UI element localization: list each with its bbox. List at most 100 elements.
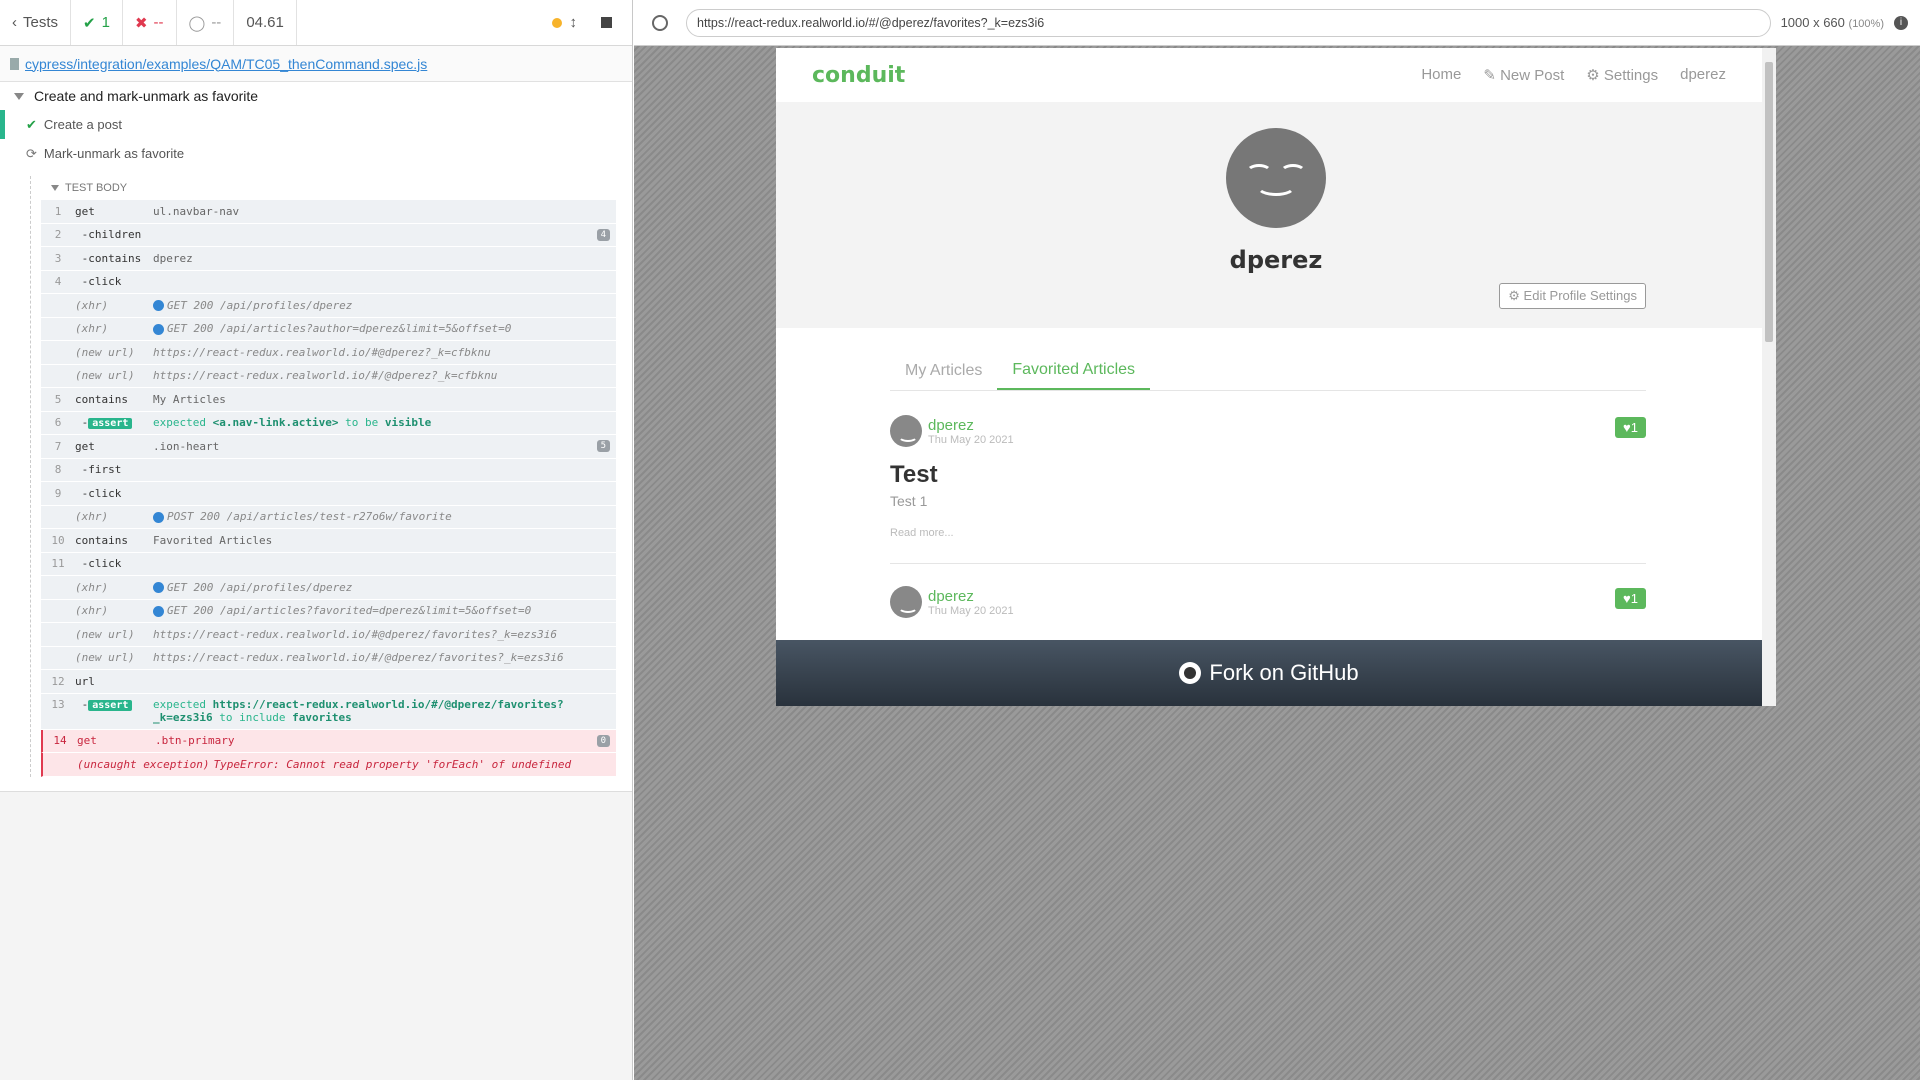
command-row[interactable]: (xhr) POST 200 /api/articles/test-r27o6w/… bbox=[41, 505, 616, 529]
failed-stats: ✖ -- bbox=[123, 0, 177, 45]
suite-title[interactable]: Create and mark-unmark as favorite bbox=[0, 82, 632, 110]
assert-to: to be bbox=[345, 416, 379, 430]
command-row[interactable]: 2 -children 4 bbox=[41, 223, 616, 247]
command-row[interactable]: 8 -first bbox=[41, 458, 616, 482]
favorite-button[interactable]: ♥1 bbox=[1615, 417, 1646, 438]
passed-count: 1 bbox=[101, 14, 110, 31]
command-row[interactable]: 10 contains Favorited Articles bbox=[41, 529, 616, 553]
author-avatar[interactable] bbox=[890, 415, 922, 447]
tab-my-articles[interactable]: My Articles bbox=[890, 352, 997, 390]
edit-profile-button[interactable]: ⚙ Edit Profile Settings bbox=[1499, 283, 1646, 309]
command-row[interactable]: (xhr) GET 200 /api/profiles/dperez bbox=[41, 294, 616, 318]
command-message: ul.navbar-nav bbox=[153, 205, 616, 218]
command-row[interactable]: (uncaught exception) TypeError: Cannot re… bbox=[41, 753, 616, 777]
command-row[interactable]: 14 get .btn-primary 0 bbox=[41, 729, 616, 753]
test-item-create-post[interactable]: ✔ Create a post bbox=[0, 110, 632, 139]
author-avatar[interactable] bbox=[890, 586, 922, 618]
nav-new-post[interactable]: ✎ New Post bbox=[1483, 66, 1564, 84]
test-item-mark-unmark[interactable]: ⟳ Mark-unmark as favorite bbox=[0, 139, 632, 168]
check-icon: ✔ bbox=[26, 116, 37, 132]
viewport-dims: 1000 x 660 bbox=[1780, 15, 1845, 30]
command-row[interactable]: 4 -click bbox=[41, 270, 616, 294]
test-title: Mark-unmark as favorite bbox=[43, 146, 185, 161]
article-date: Thu May 20 2021 bbox=[928, 604, 1014, 617]
command-name: (xhr) bbox=[75, 510, 109, 524]
command-message-text: GET 200 /api/articles?author=dperez&limi… bbox=[167, 322, 512, 336]
nav-settings-label: Settings bbox=[1603, 67, 1659, 84]
command-message-text: GET 200 /api/articles?favorited=dperez&l… bbox=[167, 604, 532, 618]
tab-favorited-articles[interactable]: Favorited Articles bbox=[997, 352, 1151, 390]
command-message: GET 200 /api/profiles/dperez bbox=[153, 299, 616, 312]
nav-home[interactable]: Home bbox=[1421, 66, 1461, 84]
test-reporter-panel: ‹ Tests ✔ 1 ✖ -- ◯ -- 04.61 ↕ cypress/integr… bbox=[0, 0, 633, 1080]
tests-label: Tests bbox=[23, 14, 59, 31]
xhr-status-icon bbox=[153, 300, 164, 312]
edit-profile-label: Edit Profile Settings bbox=[1523, 288, 1637, 303]
command-name: (new url) bbox=[75, 345, 135, 359]
command-row[interactable]: 9 -click bbox=[41, 482, 616, 506]
assert-expected: expected bbox=[153, 416, 206, 430]
command-row[interactable]: (xhr) GET 200 /api/articles?author=dperez… bbox=[41, 317, 616, 341]
command-row[interactable]: 6 - assert expected <a.nav-link.active> to… bbox=[41, 411, 616, 435]
command-row[interactable]: (new url) https://react-redux.realworld.i… bbox=[41, 623, 616, 647]
command-number: 11 bbox=[51, 557, 65, 571]
assert-badge: assert bbox=[88, 699, 133, 711]
command-message-text: .btn-primary bbox=[155, 734, 235, 748]
running-status-icon bbox=[551, 17, 562, 28]
caret-down-icon bbox=[51, 185, 59, 191]
suite-title-label: Create and mark-unmark as favorite bbox=[34, 88, 259, 104]
selector-playground-icon[interactable] bbox=[652, 14, 668, 31]
command-row[interactable]: 1 get ul.navbar-nav bbox=[41, 200, 616, 224]
pending-stats: ◯ -- bbox=[177, 0, 235, 45]
command-row[interactable]: 5 contains My Articles bbox=[41, 388, 616, 412]
tests-back-button[interactable]: ‹ Tests bbox=[0, 0, 72, 45]
scroll-toggle-icon[interactable]: ↕ bbox=[570, 14, 578, 31]
nav-settings[interactable]: ⚙ Settings bbox=[1586, 66, 1658, 84]
test-body-label: TEST BODY bbox=[65, 182, 128, 194]
github-footer[interactable]: Fork on GitHub bbox=[776, 640, 1762, 706]
command-row[interactable]: (new url) https://react-redux.realworld.i… bbox=[41, 364, 616, 388]
command-number: 6 bbox=[54, 416, 62, 430]
command-row[interactable]: 3 -contains dperez bbox=[41, 247, 616, 271]
favorite-button[interactable]: ♥1 bbox=[1615, 588, 1646, 609]
scrollbar-thumb[interactable] bbox=[1765, 62, 1773, 342]
command-row[interactable]: 11 -click bbox=[41, 552, 616, 576]
command-name: (xhr) bbox=[75, 580, 109, 594]
command-number: 10 bbox=[51, 533, 65, 547]
command-name: get bbox=[75, 439, 95, 453]
command-row[interactable]: (new url) https://react-redux.realworld.i… bbox=[41, 341, 616, 365]
url-field[interactable]: https://react-redux.realworld.io/#/@dper… bbox=[686, 8, 1771, 37]
assert-subject2: _k=ezs3i6 bbox=[153, 710, 213, 724]
refresh-icon: ⟳ bbox=[26, 145, 37, 161]
command-row[interactable]: (xhr) GET 200 /api/profiles/dperez bbox=[41, 576, 616, 600]
article-title[interactable]: Test bbox=[890, 461, 1646, 489]
command-row[interactable]: (xhr) GET 200 /api/articles?favorited=dpe… bbox=[41, 599, 616, 623]
stop-icon[interactable] bbox=[601, 17, 612, 28]
runnables-list: Create and mark-unmark as favorite ✔ Crea… bbox=[0, 82, 632, 792]
command-number: 9 bbox=[54, 486, 62, 500]
command-row[interactable]: 13 - assert expected https://react-redux.r… bbox=[41, 693, 616, 730]
author-link[interactable]: dperez bbox=[928, 588, 1014, 605]
failed-count: -- bbox=[153, 14, 164, 31]
author-link[interactable]: dperez bbox=[928, 417, 1014, 434]
command-name: - assert bbox=[75, 698, 153, 711]
heart-icon: ♥ bbox=[1623, 591, 1631, 606]
app-scrollbar[interactable] bbox=[1762, 48, 1776, 706]
spec-file-link[interactable]: cypress/integration/examples/QAM/TC05_th… bbox=[25, 56, 427, 72]
command-number: 1 bbox=[54, 204, 62, 218]
command-row[interactable]: (new url) https://react-redux.realworld.i… bbox=[41, 646, 616, 670]
test-body-header[interactable]: TEST BODY bbox=[41, 176, 616, 200]
nav-user[interactable]: dperez bbox=[1680, 66, 1726, 84]
assert-subject: https://react-redux.realworld.io/#/@dper… bbox=[212, 697, 564, 711]
brand-logo[interactable]: conduit bbox=[812, 63, 905, 88]
command-message-text: GET 200 /api/profiles/dperez bbox=[167, 580, 353, 594]
command-row[interactable]: 7 get .ion-heart 5 bbox=[41, 435, 616, 459]
read-more-link[interactable]: Read more... bbox=[890, 527, 1646, 539]
command-name: url bbox=[75, 674, 95, 688]
footer-label: Fork on GitHub bbox=[1209, 660, 1359, 685]
edit-icon: ✎ bbox=[1483, 67, 1496, 84]
command-row[interactable]: 12 url bbox=[41, 670, 616, 694]
command-name: (xhr) bbox=[75, 604, 109, 618]
command-name: (xhr) bbox=[75, 322, 109, 336]
info-icon[interactable]: i bbox=[1894, 15, 1908, 30]
